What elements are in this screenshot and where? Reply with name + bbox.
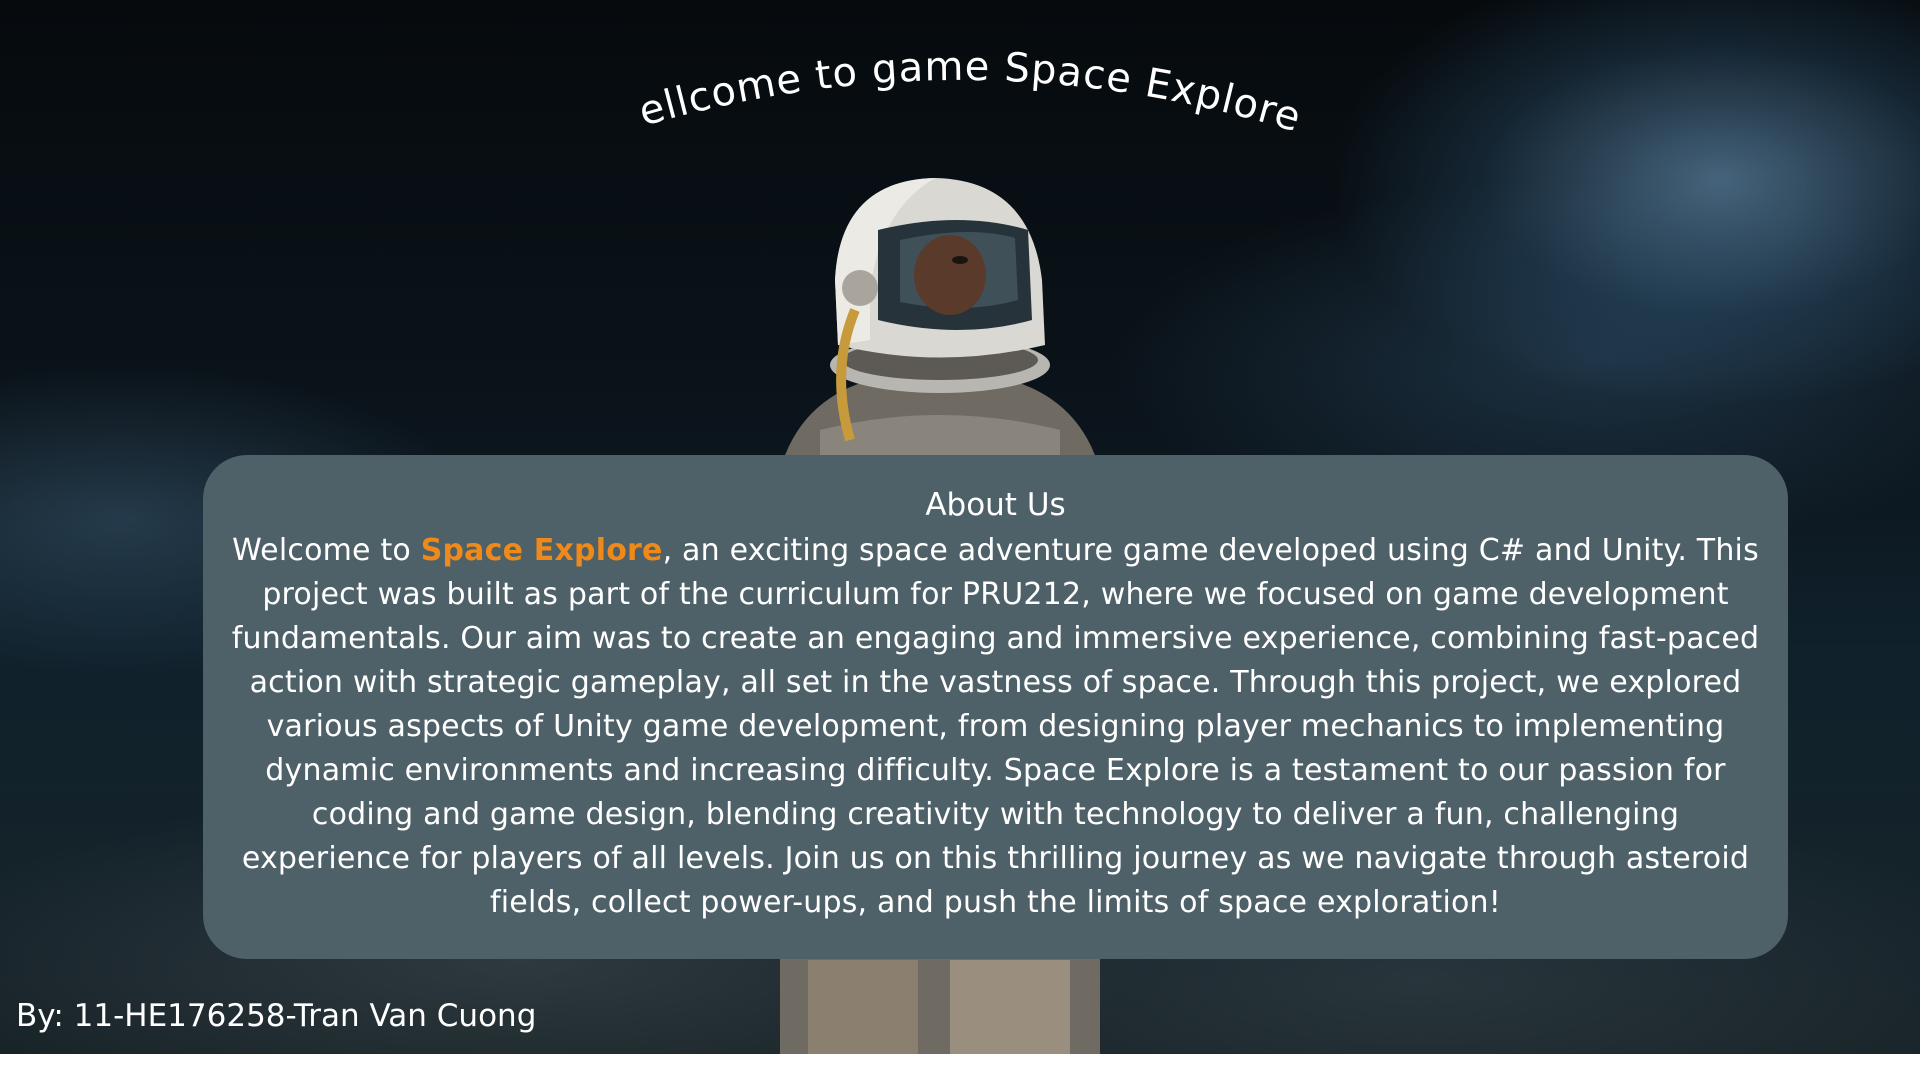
- about-us-card: About Us Welcome to Space Explore, an ex…: [203, 455, 1788, 959]
- about-us-intro: Welcome to: [232, 533, 421, 568]
- author-credit: By: 11-HE176258-Tran Van Cuong: [16, 998, 537, 1034]
- page-title: Wellcome to game Space Explorer: [560, 20, 1307, 141]
- about-us-text: Welcome to Space Explore, an exciting sp…: [229, 529, 1762, 925]
- page-title-text: Wellcome to game Space Explorer: [560, 20, 1306, 141]
- about-us-heading: About Us: [925, 487, 1066, 523]
- brand-name: Space Explore: [420, 533, 663, 568]
- background-image: Wellcome to game Space Explorer About Us…: [0, 0, 1920, 1054]
- svg-text:Wellcome to game Space Explore: Wellcome to game Space Explorer: [560, 20, 1307, 141]
- about-us-body: , an exciting space adventure game devel…: [231, 533, 1760, 920]
